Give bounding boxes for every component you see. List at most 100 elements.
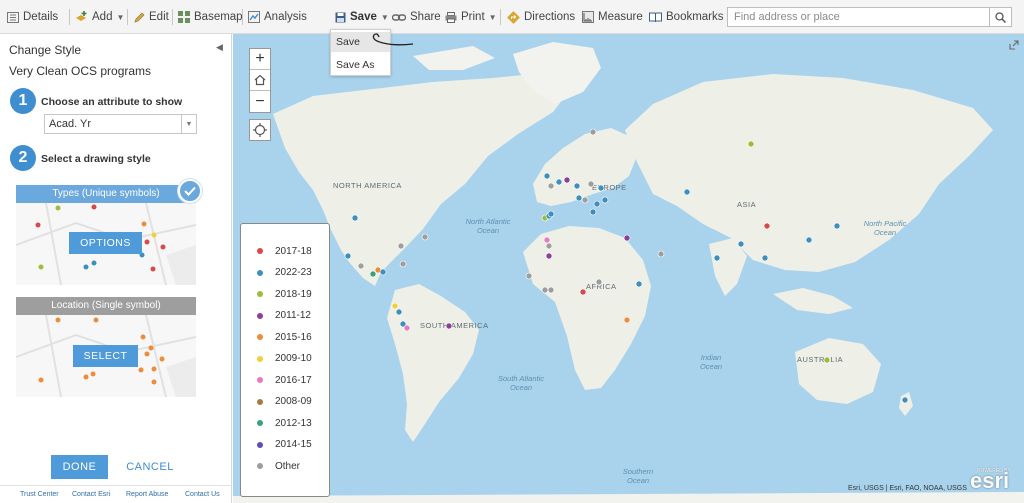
details-icon xyxy=(7,11,19,23)
map-point[interactable] xyxy=(563,176,571,184)
map-point[interactable] xyxy=(391,302,399,310)
map-point[interactable] xyxy=(747,140,755,148)
layer-name: Very Clean OCS programs xyxy=(9,64,152,78)
analysis-button[interactable]: Analysis xyxy=(248,0,307,34)
map-point[interactable] xyxy=(657,250,665,258)
map-point[interactable] xyxy=(547,286,555,294)
home-button[interactable] xyxy=(250,70,270,91)
contact-us-link[interactable]: Contact Us xyxy=(185,491,220,498)
share-label: Share xyxy=(410,11,441,23)
map-point[interactable] xyxy=(579,288,587,296)
directions-button[interactable]: Directions xyxy=(507,0,575,34)
search-input[interactable] xyxy=(727,7,990,27)
menu-item-save-as[interactable]: Save As xyxy=(331,55,390,75)
zoom-out-button[interactable]: − xyxy=(250,91,270,112)
map-point[interactable] xyxy=(545,242,553,250)
step-1-label: Choose an attribute to show xyxy=(41,96,183,108)
fullscreen-icon[interactable] xyxy=(1009,37,1019,55)
done-button[interactable]: DONE xyxy=(51,455,108,479)
contact-esri-link[interactable]: Contact Esri xyxy=(72,491,110,498)
basemap-button[interactable]: Basemap xyxy=(178,0,243,34)
options-button[interactable]: OPTIONS xyxy=(69,232,142,254)
map-point[interactable] xyxy=(357,262,365,270)
map-point[interactable] xyxy=(635,280,643,288)
map-point[interactable] xyxy=(344,252,352,260)
print-button[interactable]: Print ▼ xyxy=(445,0,497,34)
map-point[interactable] xyxy=(623,316,631,324)
bookmarks-button[interactable]: Bookmarks xyxy=(649,0,724,34)
map-point[interactable] xyxy=(541,286,549,294)
map-point[interactable] xyxy=(587,180,595,188)
map-point[interactable] xyxy=(589,128,597,136)
zoom-in-button[interactable]: + xyxy=(250,49,270,70)
legend-label: 2009-10 xyxy=(275,353,312,364)
toolbar: Details Add ▼ Edit Basemap Analysis Save… xyxy=(0,0,1024,34)
map-point[interactable] xyxy=(445,322,453,330)
legend-swatch xyxy=(257,291,263,297)
map-point[interactable] xyxy=(595,278,603,286)
map-point[interactable] xyxy=(351,214,359,222)
map-point[interactable] xyxy=(713,254,721,262)
report-abuse-link[interactable]: Report Abuse xyxy=(126,491,168,498)
map-point[interactable] xyxy=(575,194,583,202)
map-point[interactable] xyxy=(901,396,909,404)
map-point[interactable] xyxy=(589,208,597,216)
map-point[interactable] xyxy=(573,182,581,190)
map-point[interactable] xyxy=(833,222,841,230)
map-view[interactable]: NORTH AMERICA SOUTH AMERICA EUROPE AFRIC… xyxy=(233,34,1024,503)
legend-label: 2016-17 xyxy=(275,374,312,386)
cancel-button[interactable]: CANCEL xyxy=(122,455,178,479)
map-point[interactable] xyxy=(555,178,563,186)
map-point[interactable] xyxy=(823,356,831,364)
legend-label: 2011-12 xyxy=(275,310,311,321)
locate-button[interactable] xyxy=(249,119,271,141)
map-point[interactable] xyxy=(395,308,403,316)
map-point[interactable] xyxy=(683,188,691,196)
map-point[interactable] xyxy=(581,196,589,204)
collapse-panel-icon[interactable]: ◀ xyxy=(216,42,223,53)
map-point[interactable] xyxy=(737,240,745,248)
types-style-card[interactable]: Types (Unique symbols) OPTIONS xyxy=(16,185,196,285)
map-point[interactable] xyxy=(547,210,555,218)
share-button[interactable]: Share xyxy=(392,0,441,34)
map-point[interactable] xyxy=(543,236,551,244)
attribute-select[interactable]: Acad. Yr ▼ xyxy=(44,114,197,134)
map-point[interactable] xyxy=(369,270,377,278)
map-point[interactable] xyxy=(379,268,387,276)
map-point[interactable] xyxy=(545,252,553,260)
types-card-title: Types (Unique symbols) xyxy=(16,185,196,203)
map-point[interactable] xyxy=(593,200,601,208)
measure-button[interactable]: Measure xyxy=(582,0,643,34)
trust-center-link[interactable]: Trust Center xyxy=(20,491,59,498)
edit-button[interactable]: Edit xyxy=(134,0,169,34)
step-2-badge: 2 xyxy=(10,145,36,171)
legend-label: 2018-19 xyxy=(275,288,312,300)
legend-swatch xyxy=(257,248,263,254)
map-point[interactable] xyxy=(763,222,771,230)
map-point[interactable] xyxy=(397,242,405,250)
map-point[interactable] xyxy=(761,254,769,262)
add-button[interactable]: Add ▼ xyxy=(75,0,124,34)
legend-label: 2012-13 xyxy=(275,417,312,429)
map-point[interactable] xyxy=(421,233,429,241)
search-icon xyxy=(995,11,1006,23)
printer-icon xyxy=(445,11,457,23)
map-point[interactable] xyxy=(547,182,555,190)
map-point[interactable] xyxy=(403,324,411,332)
location-style-card[interactable]: Location (Single symbol) SELECT xyxy=(16,297,196,397)
details-button[interactable]: Details xyxy=(7,0,58,34)
search-button[interactable] xyxy=(990,7,1012,27)
step-1-badge: 1 xyxy=(10,88,36,114)
add-layer-icon xyxy=(76,11,87,21)
map-point[interactable] xyxy=(601,196,609,204)
legend-item: 2016-17 xyxy=(257,374,312,386)
map-point[interactable] xyxy=(805,236,813,244)
map-point[interactable] xyxy=(543,172,551,180)
map-attribution: Esri, USGS | Esri, FAO, NOAA, USGS xyxy=(848,485,967,492)
legend-swatch xyxy=(257,269,263,276)
map-point[interactable] xyxy=(399,260,407,268)
map-point[interactable] xyxy=(623,234,631,242)
map-point[interactable] xyxy=(597,184,605,192)
select-button[interactable]: SELECT xyxy=(73,345,138,367)
map-point[interactable] xyxy=(525,272,533,280)
